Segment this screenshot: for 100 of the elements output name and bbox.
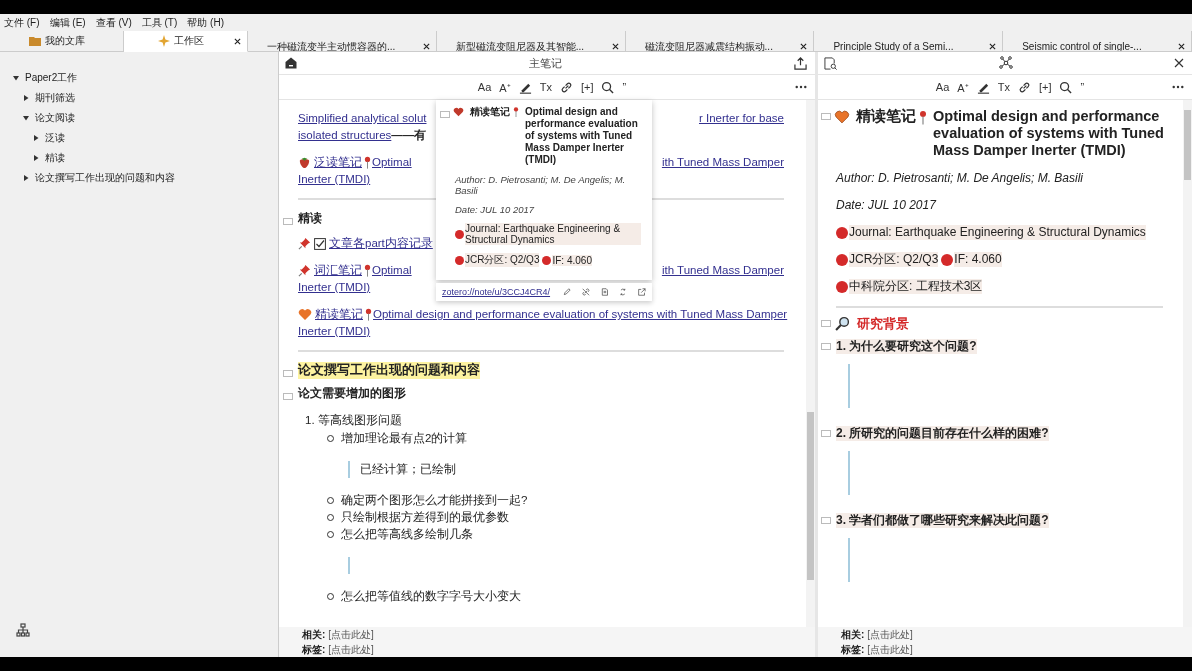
note-link[interactable]: Optimal design and performance evaluation of systems with Tuned Mass Damper [373, 306, 788, 323]
tab[interactable]: 工作区 [124, 31, 248, 52]
bullet-dot-icon [455, 255, 464, 265]
format-button[interactable]: Tx [997, 81, 1010, 93]
expander-icon[interactable] [23, 175, 29, 181]
menu-item[interactable]: 查看 (V) [95, 15, 132, 30]
field-link[interactable]: [点击此处] [328, 642, 374, 657]
open-external-icon[interactable] [638, 287, 646, 297]
format-button[interactable]: ” [1080, 81, 1085, 93]
more-icon[interactable] [1172, 85, 1184, 89]
close-icon[interactable] [989, 42, 997, 50]
note-link[interactable]: isolated structures [298, 127, 392, 144]
pushpin-icon [298, 237, 311, 250]
heading: 论文撰写工作出现的问题和内容 [298, 362, 480, 379]
format-button[interactable]: [+] [1038, 81, 1052, 93]
heading-marker-icon [283, 217, 293, 225]
close-icon[interactable] [422, 42, 430, 50]
format-button[interactable]: [+] [580, 81, 594, 93]
link-icon[interactable] [559, 80, 573, 94]
tab[interactable]: 磁流变阻尼器减震结构振动... [625, 31, 815, 51]
sitemap-icon[interactable] [16, 623, 30, 637]
tree-item[interactable]: 论文撰写工作出现的问题和内容 [35, 171, 175, 185]
refresh-icon[interactable] [619, 287, 628, 297]
pdf-search-icon[interactable] [824, 56, 837, 70]
document-icon[interactable] [600, 287, 609, 297]
heading-marker-icon [821, 113, 831, 120]
note-link[interactable]: r Inerter for base [699, 110, 784, 127]
network-icon[interactable] [998, 56, 1013, 70]
menu-item[interactable]: 帮助 (H) [187, 15, 224, 30]
expander-icon[interactable] [33, 155, 39, 161]
pencil-icon[interactable] [563, 287, 571, 297]
close-icon[interactable] [800, 42, 808, 50]
note-url[interactable]: zotero://note/u/3CCJ4CR4/ [442, 287, 551, 297]
heading-marker-icon [283, 369, 293, 377]
tab[interactable]: 一种磁流变半主动惯容器的... [248, 31, 437, 51]
tree-item[interactable]: 论文阅读 [35, 111, 75, 125]
link-icon[interactable] [1017, 80, 1031, 94]
format-button[interactable]: ” [622, 81, 627, 93]
format-button[interactable]: A⁺ [957, 79, 969, 95]
format-button[interactable]: Tx [539, 81, 552, 93]
note-link[interactable]: Inerter (TMDI) [298, 323, 371, 340]
question-heading: 1. 为什么要研究这个问题? [836, 339, 977, 354]
tab[interactable]: 新型磁流变阻尼器及其智能... [436, 31, 626, 51]
close-icon[interactable] [234, 37, 241, 45]
search-icon[interactable] [601, 80, 615, 94]
unlink-icon[interactable] [581, 287, 590, 297]
note-link[interactable]: Optimal [372, 154, 412, 171]
bullet-dot-icon [455, 229, 464, 239]
tree-item[interactable]: Paper2工作 [25, 71, 78, 85]
format-button[interactable]: Aa [935, 81, 950, 93]
field-label: 相关: [302, 627, 326, 642]
expander-icon[interactable] [33, 135, 39, 141]
tree-item[interactable]: 泛读 [45, 131, 65, 145]
note-link[interactable]: Optimal [372, 262, 412, 279]
note-link[interactable]: 词汇笔记 [314, 262, 362, 279]
field-link[interactable]: [点击此处] [328, 627, 374, 642]
menu-item[interactable]: 文件 (F) [4, 15, 40, 30]
tab[interactable]: Seismic control of single-... [1003, 31, 1192, 51]
tree-item[interactable]: 期刊筛选 [35, 91, 75, 105]
scrollbar[interactable] [806, 100, 815, 627]
expander-icon[interactable] [23, 115, 29, 121]
preview-text: Date: JUL 10 2017 [455, 204, 535, 215]
pin-icon [364, 156, 371, 169]
close-icon[interactable] [611, 42, 619, 50]
note-link[interactable]: Inerter (TMDI) [298, 279, 371, 296]
home-icon[interactable] [285, 57, 297, 69]
note-title: 主笔记 [529, 55, 562, 71]
tree-item[interactable]: 精读 [45, 151, 65, 165]
heading: 精读 [298, 210, 322, 227]
close-icon[interactable] [1174, 58, 1184, 68]
more-icon[interactable] [795, 85, 807, 89]
folder-icon [28, 36, 41, 46]
note-link[interactable]: 精读笔记 [315, 306, 363, 323]
menu-item[interactable]: 工具 (T) [141, 15, 178, 30]
close-icon[interactable] [1178, 42, 1185, 50]
upload-icon[interactable] [794, 56, 807, 70]
menu-item[interactable]: 编辑 (E) [49, 15, 86, 30]
preview-label: 精读笔记 [470, 106, 510, 118]
note-link[interactable]: ith Tuned Mass Damper [661, 262, 784, 279]
bullet-dot-icon [542, 255, 552, 265]
note-link[interactable]: 泛读笔记 [314, 154, 362, 171]
note-link[interactable]: Inerter (TMDI) [298, 171, 371, 188]
heading-marker-icon [821, 320, 831, 327]
expander-icon[interactable] [23, 95, 29, 101]
note-link[interactable]: 文章各part内容记录 [329, 235, 433, 252]
scrollbar[interactable] [1183, 100, 1192, 627]
field-link[interactable]: [点击此处] [867, 627, 913, 642]
pushpin-icon [298, 264, 311, 277]
field-link[interactable]: [点击此处] [867, 642, 913, 657]
expander-icon[interactable] [13, 75, 19, 81]
preview-text: Author: D. Pietrosanti; M. De Angelis; M. Basili [455, 174, 626, 196]
format-button[interactable]: Aa [477, 81, 492, 93]
note-link[interactable]: ith Tuned Mass Damper [661, 154, 784, 171]
format-button[interactable]: A⁺ [499, 79, 511, 95]
note-link[interactable]: Simplified analytical solut [298, 110, 427, 127]
tab[interactable]: Principle Study of a Semi... [814, 31, 1004, 51]
search-icon[interactable] [1059, 80, 1073, 94]
note-text: 中科院分区: 工程技术3区 [849, 279, 983, 294]
pin-icon [364, 264, 371, 277]
list-item: 确定两个图形怎么才能拼接到一起? [341, 493, 528, 508]
